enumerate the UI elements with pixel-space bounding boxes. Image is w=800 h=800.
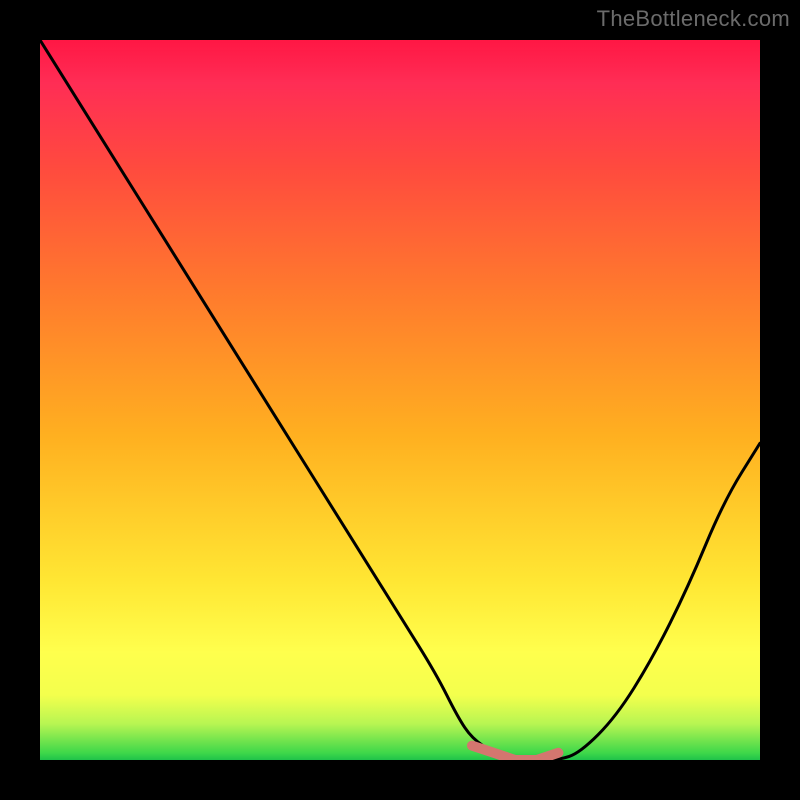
watermark-text: TheBottleneck.com [597,6,790,32]
curve-layer [40,40,760,760]
chart-frame: TheBottleneck.com [0,0,800,800]
bottleneck-curve [40,40,760,760]
flat-segment-highlight [472,746,558,760]
plot-area [40,40,760,760]
